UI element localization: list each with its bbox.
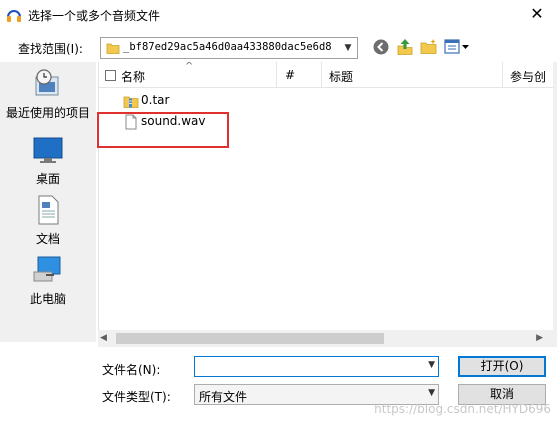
look-in-row: 查找范围(I): _bf87ed29ac5a46d0aa433880dac5e6…	[0, 34, 557, 62]
place-label-this-pc: 此电脑	[29, 292, 66, 306]
filename-label: 文件名(N):	[102, 363, 161, 377]
filetype-label: 文件类型(T):	[102, 390, 171, 404]
filetype-value: 所有文件	[199, 390, 248, 404]
look-in-label: 查找范围(I):	[18, 42, 83, 56]
column-number[interactable]: #	[285, 68, 295, 82]
select-all-checkbox[interactable]	[105, 70, 116, 81]
column-divider[interactable]	[276, 62, 277, 88]
scroll-right-icon[interactable]: ▶	[536, 333, 543, 343]
horizontal-scrollbar[interactable]: ◀ ▶	[98, 330, 557, 347]
desktop-icon	[33, 137, 63, 163]
filename-input[interactable]: ▼	[194, 356, 439, 377]
sort-ascending-icon: ^	[185, 62, 194, 72]
place-recent[interactable]: 最近使用的项目	[0, 68, 96, 121]
documents-icon	[38, 195, 59, 225]
computer-icon	[33, 256, 61, 282]
place-label-recent: 最近使用的项目	[5, 106, 90, 120]
place-desktop[interactable]: 桌面	[0, 134, 96, 187]
watermark: https://blog.csdn.net/HYD696	[374, 402, 551, 416]
chevron-down-icon[interactable]: ▼	[342, 41, 354, 55]
column-divider[interactable]	[502, 62, 503, 88]
places-bar: 最近使用的项目 桌面 文档 此电脑	[0, 62, 96, 342]
file-list[interactable]: ^ 名称 # 标题 参与创 0.tar sound.wav	[98, 62, 557, 344]
look-in-dropdown[interactable]: _bf87ed29ac5a46d0aa433880dac5e6d8.ex ▼	[100, 37, 358, 59]
audacity-app-icon	[7, 10, 21, 22]
look-in-value: _bf87ed29ac5a46d0aa433880dac5e6d8.ex	[123, 41, 333, 53]
column-title[interactable]: 标题	[329, 68, 353, 85]
column-name[interactable]: 名称	[121, 68, 145, 85]
place-label-documents: 文档	[35, 232, 60, 246]
window-title: 选择一个或多个音频文件	[28, 9, 161, 23]
place-documents[interactable]: 文档	[0, 194, 96, 247]
back-icon[interactable]	[372, 38, 390, 56]
annotation-highlight-box	[97, 112, 229, 148]
column-divider[interactable]	[321, 62, 322, 88]
vertical-scrollbar[interactable]	[553, 62, 557, 347]
folder-icon	[106, 43, 120, 54]
archive-icon	[123, 96, 139, 108]
place-this-pc[interactable]: 此电脑	[0, 254, 96, 307]
scrollbar-thumb[interactable]	[116, 333, 384, 344]
title-bar: 选择一个或多个音频文件 ✕	[0, 0, 557, 30]
scroll-left-icon[interactable]: ◀	[100, 333, 107, 343]
close-icon[interactable]: ✕	[527, 4, 547, 24]
column-participants[interactable]: 参与创	[510, 68, 546, 85]
new-folder-icon[interactable]	[420, 38, 438, 56]
recent-items-icon	[35, 69, 59, 96]
file-name: 0.tar	[141, 93, 170, 107]
view-menu-icon[interactable]	[444, 38, 470, 56]
place-label-desktop: 桌面	[35, 172, 60, 186]
file-row[interactable]: 0.tar	[99, 91, 557, 111]
chevron-down-icon[interactable]: ▼	[428, 360, 435, 370]
open-button[interactable]: 打开(O)	[458, 356, 546, 377]
column-header: ^ 名称 # 标题 参与创	[99, 62, 557, 88]
chevron-down-icon[interactable]: ▼	[428, 388, 435, 398]
up-folder-icon[interactable]	[396, 38, 414, 56]
